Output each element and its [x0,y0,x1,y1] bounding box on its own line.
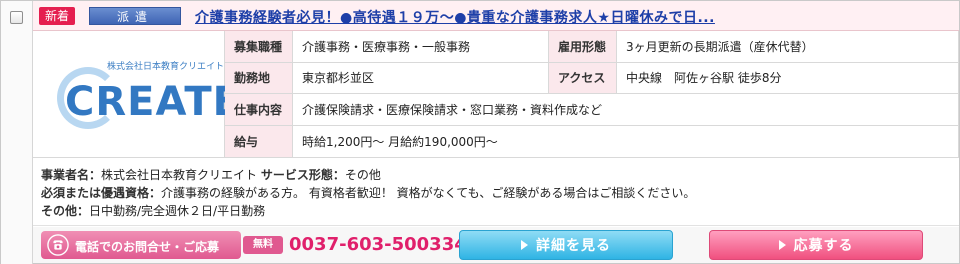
company-label: 事業者名： [41,168,102,182]
service-label: サービス形態： [260,168,345,182]
job-title-link[interactable]: 介護事務経験者必見！●高待遇１９万～●貴重な介護事務求人★日曜休みで日... [195,7,715,27]
access-value: 中央線 阿佐ヶ谷駅 徒歩8分 [617,63,959,94]
other-line: その他：日中勤務/完全週休２日/平日勤務 [41,202,959,220]
other-label: その他： [41,204,90,218]
job-type-label: 募集職種 [225,31,293,63]
apply-button[interactable]: 応募する [709,230,923,260]
job-details: 事業者名：株式会社日本教育クリエイト サービス形態：その他 必須または優遇資格：… [33,158,959,226]
location-value: 東京都杉並区 [293,63,549,94]
arrow-right-icon [778,240,786,250]
employment-value: 3ヶ月更新の長期派遣（産休代替） [617,31,959,63]
company-line: 事業者名：株式会社日本教育クリエイト サービス形態：その他 [41,166,959,184]
arrow-right-icon [521,240,528,250]
phone-number[interactable]: 0037-603-500334 [289,234,467,256]
employment-label: 雇用形態 [549,31,617,63]
company-logo-cell: 株式会社日本教育クリエイト CREATE [33,31,240,158]
location-label: 勤務地 [225,63,293,94]
apply-label: 応募する [793,238,854,254]
required-line: 必須または優遇資格：介護事務の経験がある方。 有資格者歓迎！ 資格がなくても、ご… [41,184,959,202]
salary-label: 給与 [225,126,293,158]
required-value: 介護事務の経験がある方。 有資格者歓迎！ 資格がなくても、ご経験がある場合はご相… [161,186,696,200]
select-checkbox[interactable] [10,11,23,24]
salary-value: 時給1,200円～ 月給約190,000円～ [293,126,959,158]
listing-header: 新着 派遣 介護事務経験者必見！●高待遇１９万～●貴重な介護事務求人★日曜休みで… [33,1,959,31]
phone-inquiry-tab: 電話でのお問合せ・ご応募 [41,231,241,259]
company-logo: 株式会社日本教育クリエイト CREATE [51,55,240,137]
new-badge: 新着 [39,7,75,25]
job-type-value: 介護事務・医療事務・一般事務 [293,31,549,63]
view-details-button[interactable]: 詳細を見る [459,230,673,260]
phone-inquiry-label: 電話でのお問合せ・ご応募 [75,240,220,254]
duties-label: 仕事内容 [225,94,293,126]
employment-type-badge: 派遣 [89,7,181,25]
other-value: 日中勤務/完全週休２日/平日勤務 [89,204,266,218]
company-value: 株式会社日本教育クリエイト [101,168,258,182]
free-call-badge: 無料 [243,236,283,254]
job-card: 新着 派遣 介護事務経験者必見！●高待遇１９万～●貴重な介護事務求人★日曜休みで… [33,1,959,263]
required-label: 必須または優遇資格： [41,186,162,200]
listing-footer: 電話でのお問合せ・ご応募 無料 0037-603-500334 詳細を見る 応募… [33,227,959,263]
select-column [1,1,33,264]
service-value: その他 [344,168,381,182]
duties-value: 介護保険請求・医療保険請求・窓口業務・資料作成など [293,94,959,126]
job-listing: 新着 派遣 介護事務経験者必見！●高待遇１９万～●貴重な介護事務求人★日曜休みで… [0,0,960,264]
logo-company-name: 株式会社日本教育クリエイト [107,62,225,72]
view-details-label: 詳細を見る [536,238,611,254]
job-info-table: 募集職種 介護事務・医療事務・一般事務 雇用形態 3ヶ月更新の長期派遣（産休代替… [225,31,959,158]
logo-word: CREATE [65,79,241,125]
access-label: アクセス [549,63,617,94]
phone-icon [47,234,69,256]
